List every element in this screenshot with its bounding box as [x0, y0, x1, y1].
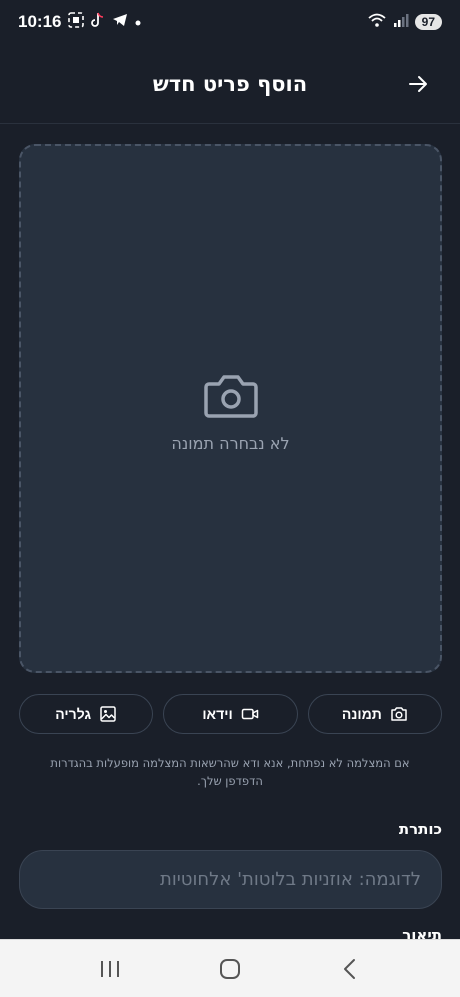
- camera-icon: [203, 372, 259, 420]
- camera-icon: [391, 707, 407, 721]
- title-input[interactable]: [19, 850, 442, 909]
- take-photo-label: תמונה: [341, 706, 382, 722]
- image-icon: [100, 706, 116, 722]
- wifi-icon: [367, 12, 387, 32]
- arrow-right-icon[interactable]: [406, 72, 430, 96]
- status-left: 10:16: [18, 12, 141, 32]
- take-photo-button[interactable]: תמונה: [307, 694, 442, 734]
- status-time: 10:16: [18, 12, 62, 31]
- system-nav-bar: [0, 939, 460, 997]
- battery-indicator: 97: [414, 14, 442, 30]
- media-buttons: תמונה וידאו גלריה: [19, 694, 442, 734]
- gallery-label: גלריה: [55, 706, 92, 722]
- video-icon: [241, 708, 258, 720]
- status-bar: 10:16 97: [0, 0, 460, 44]
- back-icon[interactable]: [338, 957, 362, 981]
- screenshot-icon: [68, 12, 85, 32]
- recent-apps-icon[interactable]: [98, 957, 122, 981]
- signal-icon: [393, 13, 409, 31]
- camera-permission-hint: אם המצלמה לא נפתחת, אנא ודא שהרשאות המצל…: [50, 756, 410, 788]
- home-icon[interactable]: [218, 957, 242, 981]
- status-right: 97: [367, 12, 442, 32]
- telegram-icon: [112, 13, 128, 31]
- header: הוסף פריט חדש: [0, 44, 460, 124]
- page-title: הוסף פריט חדש: [152, 71, 308, 96]
- record-video-button[interactable]: וידאו: [163, 694, 298, 734]
- image-dropzone[interactable]: לא נבחרה תמונה: [19, 144, 442, 673]
- dot-icon: [135, 14, 141, 30]
- record-video-label: וידאו: [202, 706, 233, 722]
- gallery-button[interactable]: גלריה: [19, 694, 154, 734]
- no-image-text: לא נבחרה תמונה: [171, 434, 290, 453]
- title-label: כותרת: [398, 820, 442, 838]
- tiktok-icon: [91, 12, 105, 32]
